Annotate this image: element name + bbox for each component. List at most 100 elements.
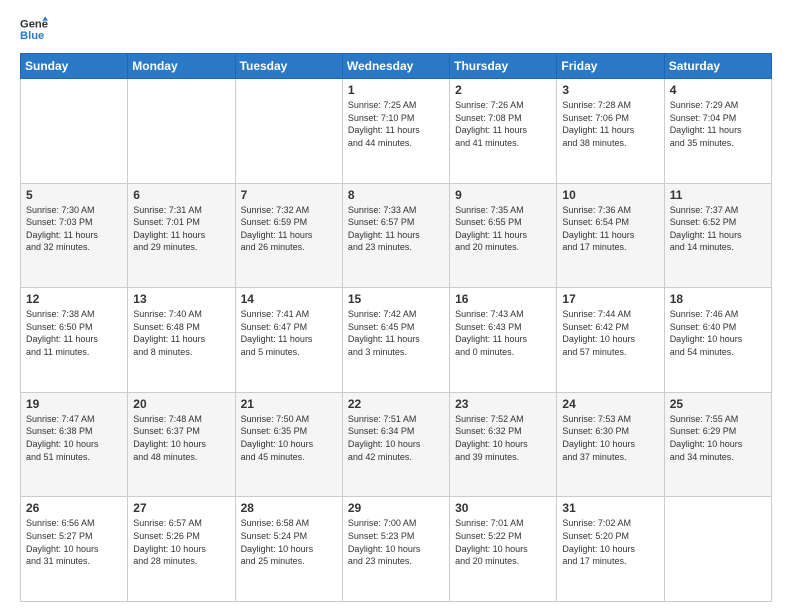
cell-content: Sunrise: 7:53 AM Sunset: 6:30 PM Dayligh… [562,413,658,463]
day-number: 10 [562,188,658,202]
day-number: 12 [26,292,122,306]
calendar-cell: 18 Sunrise: 7:46 AM Sunset: 6:40 PM Dayli… [664,288,771,393]
calendar-cell: 29 Sunrise: 7:00 AM Sunset: 5:23 PM Dayli… [342,497,449,602]
day-number: 31 [562,501,658,515]
cell-content: Sunrise: 7:50 AM Sunset: 6:35 PM Dayligh… [241,413,337,463]
calendar-cell [21,79,128,184]
day-number: 4 [670,83,766,97]
day-number: 26 [26,501,122,515]
calendar-cell: 28 Sunrise: 6:58 AM Sunset: 5:24 PM Dayli… [235,497,342,602]
calendar-cell: 6Sunrise: 7:31 AM Sunset: 7:01 PM Daylig… [128,183,235,288]
calendar-cell: 31 Sunrise: 7:02 AM Sunset: 5:20 PM Dayli… [557,497,664,602]
week-row-0: 1Sunrise: 7:25 AM Sunset: 7:10 PM Daylig… [21,79,772,184]
calendar-cell: 21 Sunrise: 7:50 AM Sunset: 6:35 PM Dayli… [235,392,342,497]
calendar-cell: 24 Sunrise: 7:53 AM Sunset: 6:30 PM Dayli… [557,392,664,497]
cell-content: Sunrise: 7:47 AM Sunset: 6:38 PM Dayligh… [26,413,122,463]
cell-content: Sunrise: 7:00 AM Sunset: 5:23 PM Dayligh… [348,517,444,567]
day-number: 16 [455,292,551,306]
calendar-cell: 16 Sunrise: 7:43 AM Sunset: 6:43 PM Dayli… [450,288,557,393]
day-header-tuesday: Tuesday [235,54,342,79]
day-number: 29 [348,501,444,515]
week-row-3: 19 Sunrise: 7:47 AM Sunset: 6:38 PM Dayli… [21,392,772,497]
cell-content: Sunrise: 7:44 AM Sunset: 6:42 PM Dayligh… [562,308,658,358]
day-number: 5 [26,188,122,202]
calendar-cell: 11 Sunrise: 7:37 AM Sunset: 6:52 PM Dayli… [664,183,771,288]
cell-content: Sunrise: 7:42 AM Sunset: 6:45 PM Dayligh… [348,308,444,358]
svg-text:Blue: Blue [20,30,44,42]
calendar-cell: 3 Sunrise: 7:28 AM Sunset: 7:06 PM Daylig… [557,79,664,184]
day-number: 24 [562,397,658,411]
calendar-cell: 1Sunrise: 7:25 AM Sunset: 7:10 PM Daylig… [342,79,449,184]
page: General Blue SundayMondayTuesdayWednesda… [0,0,792,612]
calendar-cell: 9 Sunrise: 7:35 AM Sunset: 6:55 PM Daylig… [450,183,557,288]
day-number: 28 [241,501,337,515]
day-number: 30 [455,501,551,515]
cell-content: Sunrise: 7:37 AM Sunset: 6:52 PM Dayligh… [670,204,766,254]
day-number: 15 [348,292,444,306]
cell-content: Sunrise: 7:40 AM Sunset: 6:48 PM Dayligh… [133,308,229,358]
header: General Blue [20,15,772,43]
cell-content: Sunrise: 7:30 AM Sunset: 7:03 PM Dayligh… [26,204,122,254]
cell-content: Sunrise: 7:41 AM Sunset: 6:47 PM Dayligh… [241,308,337,358]
cell-content: Sunrise: 7:36 AM Sunset: 6:54 PM Dayligh… [562,204,658,254]
day-number: 19 [26,397,122,411]
week-row-4: 26Sunrise: 6:56 AM Sunset: 5:27 PM Dayli… [21,497,772,602]
cell-content: Sunrise: 7:35 AM Sunset: 6:55 PM Dayligh… [455,204,551,254]
cell-content: Sunrise: 7:52 AM Sunset: 6:32 PM Dayligh… [455,413,551,463]
calendar-cell [128,79,235,184]
logo-icon: General Blue [20,15,48,43]
cell-content: Sunrise: 6:58 AM Sunset: 5:24 PM Dayligh… [241,517,337,567]
cell-content: Sunrise: 7:46 AM Sunset: 6:40 PM Dayligh… [670,308,766,358]
day-number: 18 [670,292,766,306]
calendar-cell: 15 Sunrise: 7:42 AM Sunset: 6:45 PM Dayli… [342,288,449,393]
day-header-monday: Monday [128,54,235,79]
cell-content: Sunrise: 6:57 AM Sunset: 5:26 PM Dayligh… [133,517,229,567]
week-row-2: 12 Sunrise: 7:38 AM Sunset: 6:50 PM Dayli… [21,288,772,393]
day-number: 22 [348,397,444,411]
cell-content: Sunrise: 7:33 AM Sunset: 6:57 PM Dayligh… [348,204,444,254]
calendar-cell: 7 Sunrise: 7:32 AM Sunset: 6:59 PM Daylig… [235,183,342,288]
cell-content: Sunrise: 7:43 AM Sunset: 6:43 PM Dayligh… [455,308,551,358]
calendar-cell: 27 Sunrise: 6:57 AM Sunset: 5:26 PM Dayli… [128,497,235,602]
day-number: 21 [241,397,337,411]
calendar-cell: 23 Sunrise: 7:52 AM Sunset: 6:32 PM Dayli… [450,392,557,497]
day-header-friday: Friday [557,54,664,79]
calendar-cell: 30Sunrise: 7:01 AM Sunset: 5:22 PM Dayli… [450,497,557,602]
day-number: 9 [455,188,551,202]
cell-content: Sunrise: 7:38 AM Sunset: 6:50 PM Dayligh… [26,308,122,358]
calendar-cell: 12 Sunrise: 7:38 AM Sunset: 6:50 PM Dayli… [21,288,128,393]
day-number: 3 [562,83,658,97]
calendar-cell: 19 Sunrise: 7:47 AM Sunset: 6:38 PM Dayli… [21,392,128,497]
day-number: 11 [670,188,766,202]
calendar-cell: 22Sunrise: 7:51 AM Sunset: 6:34 PM Dayli… [342,392,449,497]
calendar-cell: 14Sunrise: 7:41 AM Sunset: 6:47 PM Dayli… [235,288,342,393]
calendar-cell: 20 Sunrise: 7:48 AM Sunset: 6:37 PM Dayli… [128,392,235,497]
day-number: 17 [562,292,658,306]
cell-content: Sunrise: 7:28 AM Sunset: 7:06 PM Dayligh… [562,99,658,149]
day-number: 8 [348,188,444,202]
day-number: 7 [241,188,337,202]
cell-content: Sunrise: 7:26 AM Sunset: 7:08 PM Dayligh… [455,99,551,149]
calendar-header-row: SundayMondayTuesdayWednesdayThursdayFrid… [21,54,772,79]
calendar-cell: 25 Sunrise: 7:55 AM Sunset: 6:29 PM Dayli… [664,392,771,497]
day-number: 20 [133,397,229,411]
day-number: 23 [455,397,551,411]
cell-content: Sunrise: 7:02 AM Sunset: 5:20 PM Dayligh… [562,517,658,567]
cell-content: Sunrise: 7:32 AM Sunset: 6:59 PM Dayligh… [241,204,337,254]
calendar-table: SundayMondayTuesdayWednesdayThursdayFrid… [20,53,772,602]
calendar-cell: 4Sunrise: 7:29 AM Sunset: 7:04 PM Daylig… [664,79,771,184]
day-number: 2 [455,83,551,97]
calendar-cell: 13 Sunrise: 7:40 AM Sunset: 6:48 PM Dayli… [128,288,235,393]
cell-content: Sunrise: 7:25 AM Sunset: 7:10 PM Dayligh… [348,99,444,149]
calendar-cell: 2 Sunrise: 7:26 AM Sunset: 7:08 PM Daylig… [450,79,557,184]
calendar-cell: 17 Sunrise: 7:44 AM Sunset: 6:42 PM Dayli… [557,288,664,393]
cell-content: Sunrise: 7:48 AM Sunset: 6:37 PM Dayligh… [133,413,229,463]
day-number: 6 [133,188,229,202]
day-number: 27 [133,501,229,515]
day-number: 13 [133,292,229,306]
cell-content: Sunrise: 7:55 AM Sunset: 6:29 PM Dayligh… [670,413,766,463]
calendar-cell: 5 Sunrise: 7:30 AM Sunset: 7:03 PM Daylig… [21,183,128,288]
week-row-1: 5 Sunrise: 7:30 AM Sunset: 7:03 PM Daylig… [21,183,772,288]
day-number: 25 [670,397,766,411]
calendar-cell: 26Sunrise: 6:56 AM Sunset: 5:27 PM Dayli… [21,497,128,602]
